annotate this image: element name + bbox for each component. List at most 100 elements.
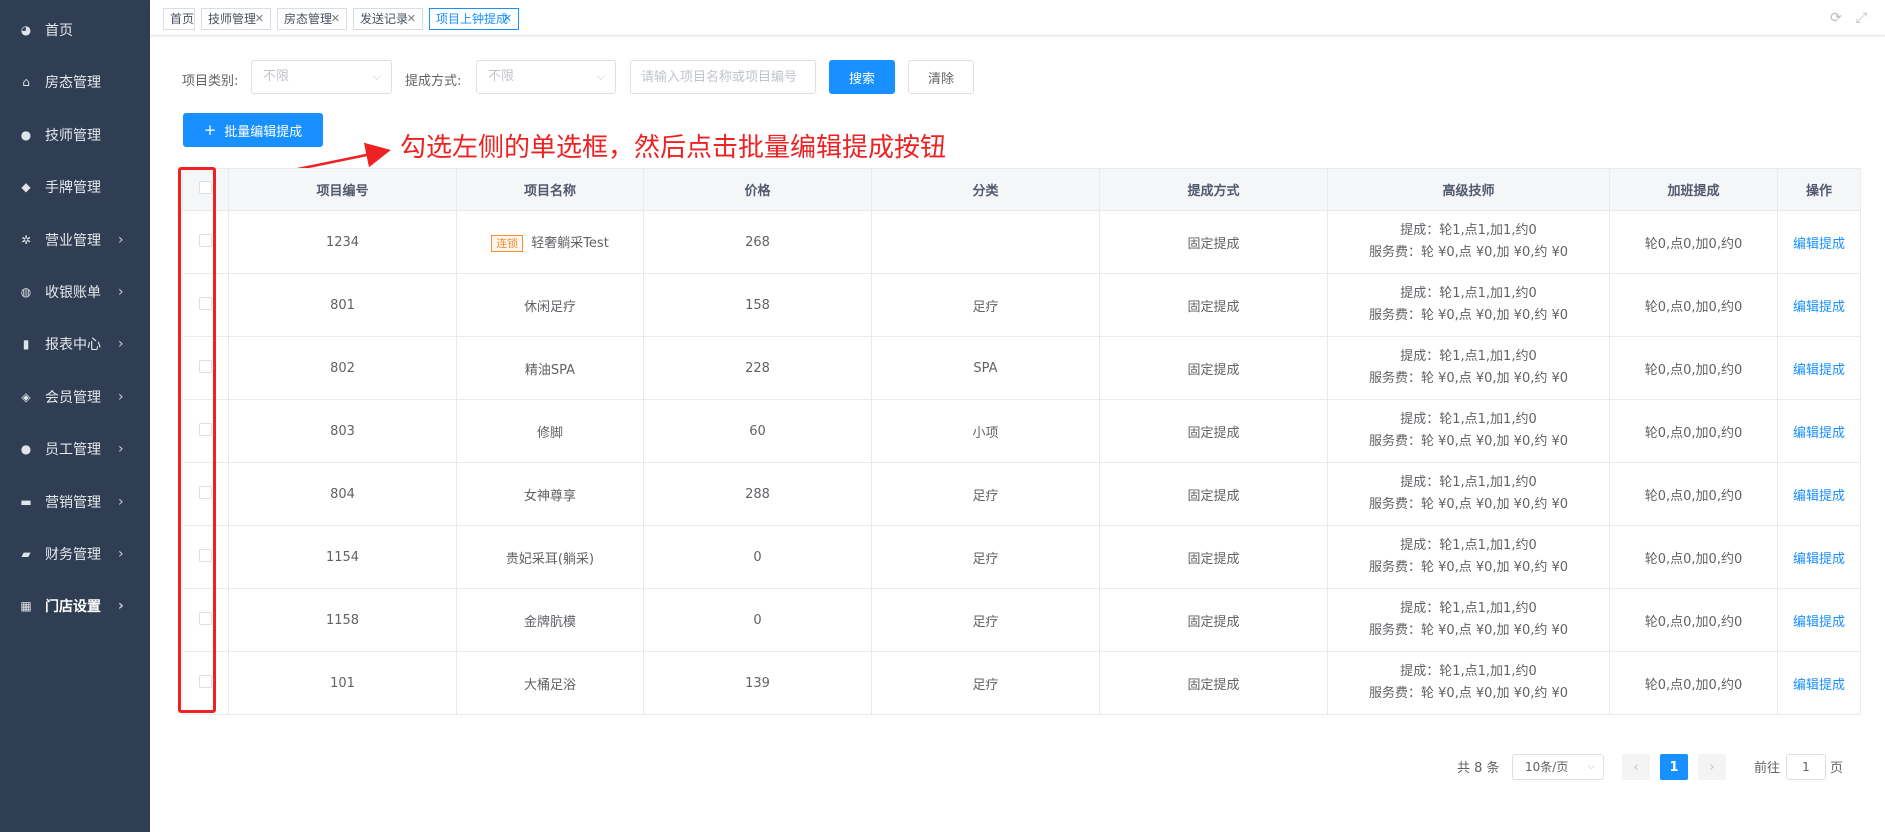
project-name-cell: 精油SPA <box>456 336 644 400</box>
prev-page-button[interactable]: ‹ <box>1622 754 1650 780</box>
category-cell: 足疗 <box>871 588 1100 652</box>
batch-edit-commission-button[interactable]: + 批量编辑提成 <box>183 113 323 147</box>
sidebar-item[interactable]: ▬ 营销管理 › <box>0 476 150 528</box>
service-fee-line: 服务费：轮 ¥0,点 ¥0,加 ¥0,约 ¥0 <box>1368 371 1569 386</box>
chevron-right-icon: › <box>118 493 124 510</box>
tag-icon: ◆ <box>21 180 31 195</box>
project-name-cell: 女神尊享 <box>456 462 644 526</box>
project-name: 精油SPA <box>524 362 576 378</box>
commission-line: 提成：轮1,点1,加1,约0 <box>1400 538 1537 553</box>
sidebar-item[interactable]: ● 员工管理 › <box>0 423 150 475</box>
sidebar-item[interactable]: ⌂ 房态管理 <box>0 56 150 108</box>
tab[interactable]: 房态管理 ✕ <box>277 8 347 30</box>
page-size-select[interactable]: 10条/页 ⌵ <box>1512 754 1604 780</box>
current-page-button[interactable]: 1 <box>1660 754 1688 780</box>
sidebar-item[interactable]: ◍ 收银账单 › <box>0 266 150 318</box>
commission-line: 提成：轮1,点1,加1,约0 <box>1400 601 1537 616</box>
project-code-cell: 101 <box>228 651 457 715</box>
close-icon[interactable]: ✕ <box>407 9 416 29</box>
action-cell: 编辑提成 <box>1777 525 1861 589</box>
tab[interactable]: 首页 <box>163 8 195 30</box>
project-code-cell: 802 <box>228 336 457 400</box>
tab[interactable]: 项目上钟提成 ✕ <box>429 8 519 30</box>
settings-icon: ✲ <box>20 232 32 247</box>
search-button[interactable]: 搜索 <box>829 60 895 94</box>
page-size-value: 10条/页 <box>1525 760 1569 774</box>
sidebar-item-label: 手牌管理 <box>45 180 101 197</box>
service-fee-line: 服务费：轮 ¥0,点 ¥0,加 ¥0,约 ¥0 <box>1368 308 1569 323</box>
edit-commission-link[interactable]: 编辑提成 <box>1793 426 1845 441</box>
edit-commission-link[interactable]: 编辑提成 <box>1793 552 1845 567</box>
action-cell: 编辑提成 <box>1777 336 1861 400</box>
dashboard-icon: ◕ <box>20 23 32 37</box>
close-icon[interactable]: ✕ <box>331 9 340 29</box>
sidebar-item-label: 收银账单 <box>45 285 101 301</box>
sidebar-item[interactable]: ◆ 手牌管理 <box>0 161 150 213</box>
goto-unit: 页 <box>1830 761 1844 776</box>
tab[interactable]: 技师管理 ✕ <box>201 8 271 30</box>
sidebar-item-label: 首页 <box>45 23 73 39</box>
price-cell: 158 <box>643 273 872 337</box>
sidebar-item[interactable]: ▦ 门店设置 › <box>0 580 150 632</box>
category-select[interactable]: 不限 ⌵ <box>251 60 392 94</box>
overtime-commission-cell: 轮0,点0,加0,约0 <box>1609 399 1778 463</box>
edit-commission-link[interactable]: 编辑提成 <box>1793 363 1845 378</box>
action-cell: 编辑提成 <box>1777 651 1861 715</box>
senior-technician-cell: 提成：轮1,点1,加1,约0 服务费：轮 ¥0,点 ¥0,加 ¥0,约 ¥0 <box>1327 273 1610 337</box>
sidebar-item[interactable]: ◈ 会员管理 › <box>0 371 150 423</box>
table-row: 802 精油SPA 228 SPA 固定提成 提成：轮1,点1,加1,约0 服务费：轮 ¥0… <box>182 336 1861 400</box>
service-fee-line: 服务费：轮 ¥0,点 ¥0,加 ¥0,约 ¥0 <box>1368 497 1569 512</box>
clear-button[interactable]: 清除 <box>908 60 974 94</box>
method-filter-label: 提成方式: <box>405 74 462 89</box>
project-code-cell: 803 <box>228 399 457 463</box>
close-icon[interactable]: ✕ <box>503 9 512 29</box>
edit-commission-link[interactable]: 编辑提成 <box>1793 678 1845 693</box>
sidebar-item[interactable]: ◕ 首页 <box>0 4 150 56</box>
user-icon: ● <box>20 127 32 142</box>
edit-commission-link[interactable]: 编辑提成 <box>1793 615 1845 630</box>
sidebar-item[interactable]: ✲ 营业管理 › <box>0 214 150 266</box>
tab-label: 房态管理 <box>284 12 333 26</box>
tab[interactable]: 发送记录 ✕ <box>353 8 423 30</box>
column-header: 高级技师 <box>1327 168 1610 211</box>
goto-label: 前往 <box>1754 761 1781 776</box>
next-page-button[interactable]: › <box>1698 754 1726 780</box>
fullscreen-icon[interactable]: ⤢ <box>1856 10 1867 26</box>
category-cell: SPA <box>871 336 1100 400</box>
sidebar-item[interactable]: ▰ 财务管理 › <box>0 528 150 580</box>
table-row: 801 休闲足疗 158 足疗 固定提成 提成：轮1,点1,加1,约0 服务费：轮 ¥0,点… <box>182 273 1861 337</box>
sidebar-item[interactable]: ● 技师管理 <box>0 109 150 161</box>
chevron-right-icon: › <box>1709 759 1715 775</box>
category-select-value: 不限 <box>263 69 290 84</box>
close-icon[interactable]: ✕ <box>255 9 264 29</box>
sidebar-item[interactable]: ▮ 报表中心 › <box>0 318 150 370</box>
edit-commission-link[interactable]: 编辑提成 <box>1793 300 1845 315</box>
goto-page-input[interactable]: 1 <box>1786 754 1826 780</box>
overtime-commission-cell: 轮0,点0,加0,约0 <box>1609 210 1778 274</box>
senior-technician-cell: 提成：轮1,点1,加1,约0 服务费：轮 ¥0,点 ¥0,加 ¥0,约 ¥0 <box>1327 651 1610 715</box>
edit-commission-link[interactable]: 编辑提成 <box>1793 489 1845 504</box>
column-header: 分类 <box>871 168 1100 211</box>
tab-label: 发送记录 <box>360 12 409 26</box>
project-name-cell: 贵妃采耳(躺采) <box>456 525 644 589</box>
method-select-value: 不限 <box>488 69 515 84</box>
table-row: 803 修脚 60 小项 固定提成 提成：轮1,点1,加1,约0 服务费：轮 ¥0,点 ¥0… <box>182 399 1861 463</box>
commission-method-cell: 固定提成 <box>1099 273 1328 337</box>
column-header: 项目名称 <box>456 168 644 211</box>
commission-method-cell: 固定提成 <box>1099 651 1328 715</box>
project-name: 休闲足疗 <box>523 299 576 315</box>
edit-commission-link[interactable]: 编辑提成 <box>1793 237 1845 252</box>
chevron-right-icon: › <box>118 388 124 405</box>
commission-method-cell: 固定提成 <box>1099 462 1328 526</box>
refresh-icon[interactable]: ⟳ <box>1830 10 1842 26</box>
project-name: 大桶足浴 <box>523 677 576 693</box>
method-select[interactable]: 不限 ⌵ <box>476 60 616 94</box>
price-cell: 60 <box>643 399 872 463</box>
search-input[interactable] <box>630 60 816 94</box>
service-fee-line: 服务费：轮 ¥0,点 ¥0,加 ¥0,约 ¥0 <box>1368 686 1569 701</box>
column-header: 提成方式 <box>1099 168 1328 211</box>
project-name-cell: 修脚 <box>456 399 644 463</box>
commission-method-cell: 固定提成 <box>1099 588 1328 652</box>
chain-tag: 连锁 <box>491 235 524 252</box>
commission-method-cell: 固定提成 <box>1099 525 1328 589</box>
